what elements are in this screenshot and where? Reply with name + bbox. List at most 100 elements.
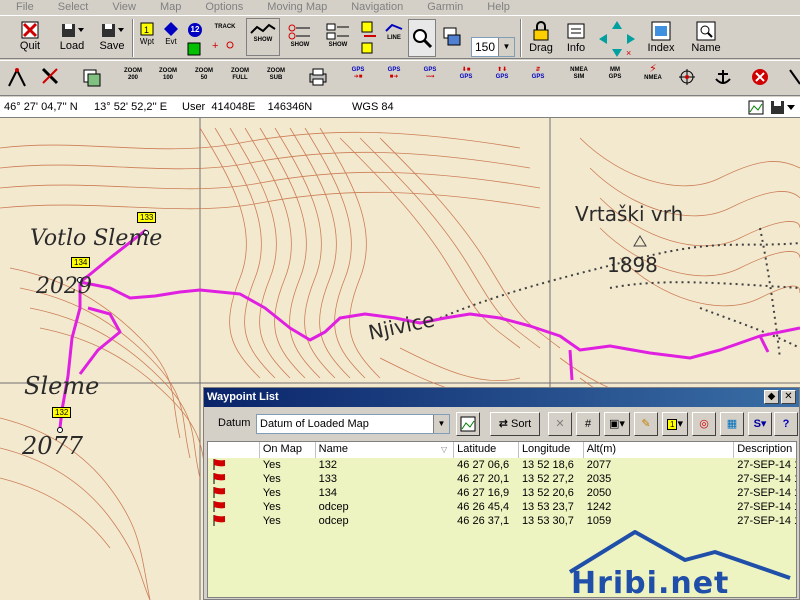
- gps-route-button[interactable]: GPS ⟿: [417, 67, 443, 81]
- printer-icon[interactable]: [308, 67, 328, 87]
- cross-grid-button[interactable]: ✕: [548, 412, 572, 436]
- target-button[interactable]: ◎: [692, 412, 716, 436]
- zoom-tool-button[interactable]: [408, 19, 436, 57]
- table-row[interactable]: Yes odcep 46 26 37,1 13 53 30,7 1059 27-…: [208, 514, 796, 528]
- close-icon[interactable]: ✕: [781, 390, 796, 404]
- show-track-button[interactable]: SHOW: [246, 18, 280, 56]
- measure-icon[interactable]: [7, 66, 27, 88]
- help-button[interactable]: ?: [774, 412, 798, 436]
- table-row[interactable]: Yes 134 46 27 16,9 13 52 20,6 2050 27-SE…: [208, 486, 796, 500]
- zoom-sub-button[interactable]: ZOOM SUB: [263, 68, 289, 82]
- table-row[interactable]: Yes 133 46 27 20,1 13 52 27,2 2035 27-SE…: [208, 472, 796, 486]
- zoom-select[interactable]: 150 ▼: [471, 37, 515, 57]
- column-header-altitude[interactable]: Alt(m): [583, 442, 735, 458]
- zoom-full-button[interactable]: ZOOM FULL: [227, 68, 253, 82]
- pan-button[interactable]: ×: [597, 18, 637, 58]
- nmea-sim-button[interactable]: NMEA SIM: [565, 67, 593, 81]
- datum-label: Datum: [218, 417, 251, 429]
- index-button[interactable]: Index: [645, 18, 677, 54]
- menu-view[interactable]: View: [96, 0, 144, 15]
- waypoint-type-button[interactable]: 1 ▾: [662, 412, 688, 436]
- column-header-description[interactable]: Description: [734, 442, 796, 458]
- waypoint-tag-132[interactable]: 132: [52, 407, 72, 418]
- map-image-icon[interactable]: [748, 100, 764, 115]
- column-header-name[interactable]: Name ▽: [315, 442, 455, 458]
- column-header-longitude[interactable]: Longitude: [518, 442, 584, 458]
- save-map-icon[interactable]: [770, 100, 796, 115]
- menu-map[interactable]: Map: [144, 0, 189, 15]
- table-row[interactable]: Yes odcep 46 26 45,4 13 53 23,7 1242 27-…: [208, 500, 796, 514]
- waypoint-button[interactable]: 1 Wpt: [137, 20, 157, 48]
- main-toolbar: Quit Load Save 1 Wpt Evt 12 TRACK + SHOW…: [0, 15, 800, 72]
- save-list-button[interactable]: ▣▾: [604, 412, 630, 436]
- save-button[interactable]: Save: [95, 18, 129, 52]
- nmea-button[interactable]: ⚡ NMEA: [639, 64, 667, 82]
- info-button[interactable]: Info: [561, 18, 591, 54]
- chevron-down-icon[interactable]: ▼: [498, 38, 514, 56]
- track-number-button[interactable]: 12: [185, 20, 205, 38]
- name-button[interactable]: Name: [688, 18, 724, 54]
- menu-help[interactable]: Help: [471, 0, 518, 15]
- map-picture-button[interactable]: [456, 412, 480, 436]
- gps-waypoint-download-button[interactable]: GPS ➜■: [345, 67, 371, 81]
- zoom-100-title: ZOOM: [159, 68, 177, 74]
- grid-button[interactable]: #: [576, 412, 600, 436]
- photo-button[interactable]: ▦: [720, 412, 744, 436]
- mm-gps-button[interactable]: MM GPS: [601, 67, 629, 81]
- sort-button[interactable]: ⇄ Sort: [490, 412, 540, 436]
- load-button[interactable]: Load: [55, 18, 89, 52]
- tools-icon[interactable]: [40, 66, 60, 88]
- show-route-button[interactable]: SHOW: [285, 20, 315, 49]
- line-button[interactable]: LINE: [382, 19, 406, 42]
- cell-onmap: Yes: [262, 487, 281, 499]
- nmea-label: NMEA: [644, 75, 662, 81]
- chevron-updown-icon[interactable]: ◆: [764, 390, 779, 404]
- event-button[interactable]: Evt: [160, 20, 182, 48]
- drag-button[interactable]: Drag: [525, 18, 557, 54]
- gps-track-download-button[interactable]: ⬇■ GPS: [453, 67, 479, 81]
- gps-label-2: GPS: [387, 67, 401, 73]
- waypoint-tag-134[interactable]: 134: [71, 257, 91, 268]
- toolbar-separator: [520, 19, 522, 57]
- quit-button[interactable]: Quit: [14, 18, 46, 52]
- zoom-200-button[interactable]: ZOOM 200: [120, 68, 146, 82]
- edit-button[interactable]: ✎: [634, 412, 658, 436]
- waypoint-list-titlebar[interactable]: Waypoint List ◆ ✕: [204, 388, 799, 407]
- menu-navigation[interactable]: Navigation: [335, 0, 411, 15]
- cell-longitude: 13 52 20,6: [521, 487, 574, 499]
- wpt-list-button[interactable]: [358, 19, 380, 57]
- symbol-button[interactable]: S▾: [748, 412, 772, 436]
- zoom-100-button[interactable]: ZOOM 100: [155, 68, 181, 82]
- color-button[interactable]: [185, 40, 203, 56]
- waypoint-tag-133[interactable]: 133: [137, 212, 157, 223]
- menu-file[interactable]: File: [0, 0, 42, 15]
- zoom-200-title: ZOOM: [124, 68, 142, 74]
- svg-text:+: +: [212, 40, 218, 51]
- menu-options[interactable]: Options: [189, 0, 251, 15]
- cell-altitude: 2077: [586, 459, 612, 471]
- gps-sync-button[interactable]: ⇵ GPS: [525, 67, 551, 81]
- datum-select[interactable]: Datum of Loaded Map ▼: [256, 414, 450, 434]
- column-header-flag[interactable]: [208, 442, 260, 458]
- window-button[interactable]: [440, 24, 464, 48]
- gps-track-upload-button[interactable]: ⬆⬇ GPS: [489, 67, 515, 81]
- zoom-50-button[interactable]: ZOOM 50: [191, 68, 217, 82]
- cell-onmap: Yes: [262, 501, 281, 513]
- table-row[interactable]: Yes 132 46 27 06,6 13 52 18,6 2077 27-SE…: [208, 458, 796, 472]
- menu-moving-map[interactable]: Moving Map: [251, 0, 335, 15]
- chevron-down-icon[interactable]: ▼: [433, 415, 449, 433]
- column-header-latitude[interactable]: Latitude: [454, 442, 519, 458]
- stop-icon[interactable]: [751, 68, 769, 86]
- menu-garmin[interactable]: Garmin: [411, 0, 471, 15]
- show-waypoints-button[interactable]: SHOW: [323, 20, 353, 49]
- crosshair-icon[interactable]: [678, 68, 696, 86]
- gps-waypoint-upload-button[interactable]: GPS ■➜: [381, 67, 407, 81]
- map-layers-icon[interactable]: [82, 66, 102, 88]
- plus-circle-icon[interactable]: +: [212, 39, 236, 51]
- track-label[interactable]: TRACK: [210, 24, 240, 31]
- anchor-icon[interactable]: [714, 68, 732, 86]
- exit-icon[interactable]: [788, 68, 800, 86]
- column-header-onmap[interactable]: On Map: [259, 442, 316, 458]
- name-label: Name: [691, 42, 721, 54]
- menu-select[interactable]: Select: [42, 0, 97, 15]
